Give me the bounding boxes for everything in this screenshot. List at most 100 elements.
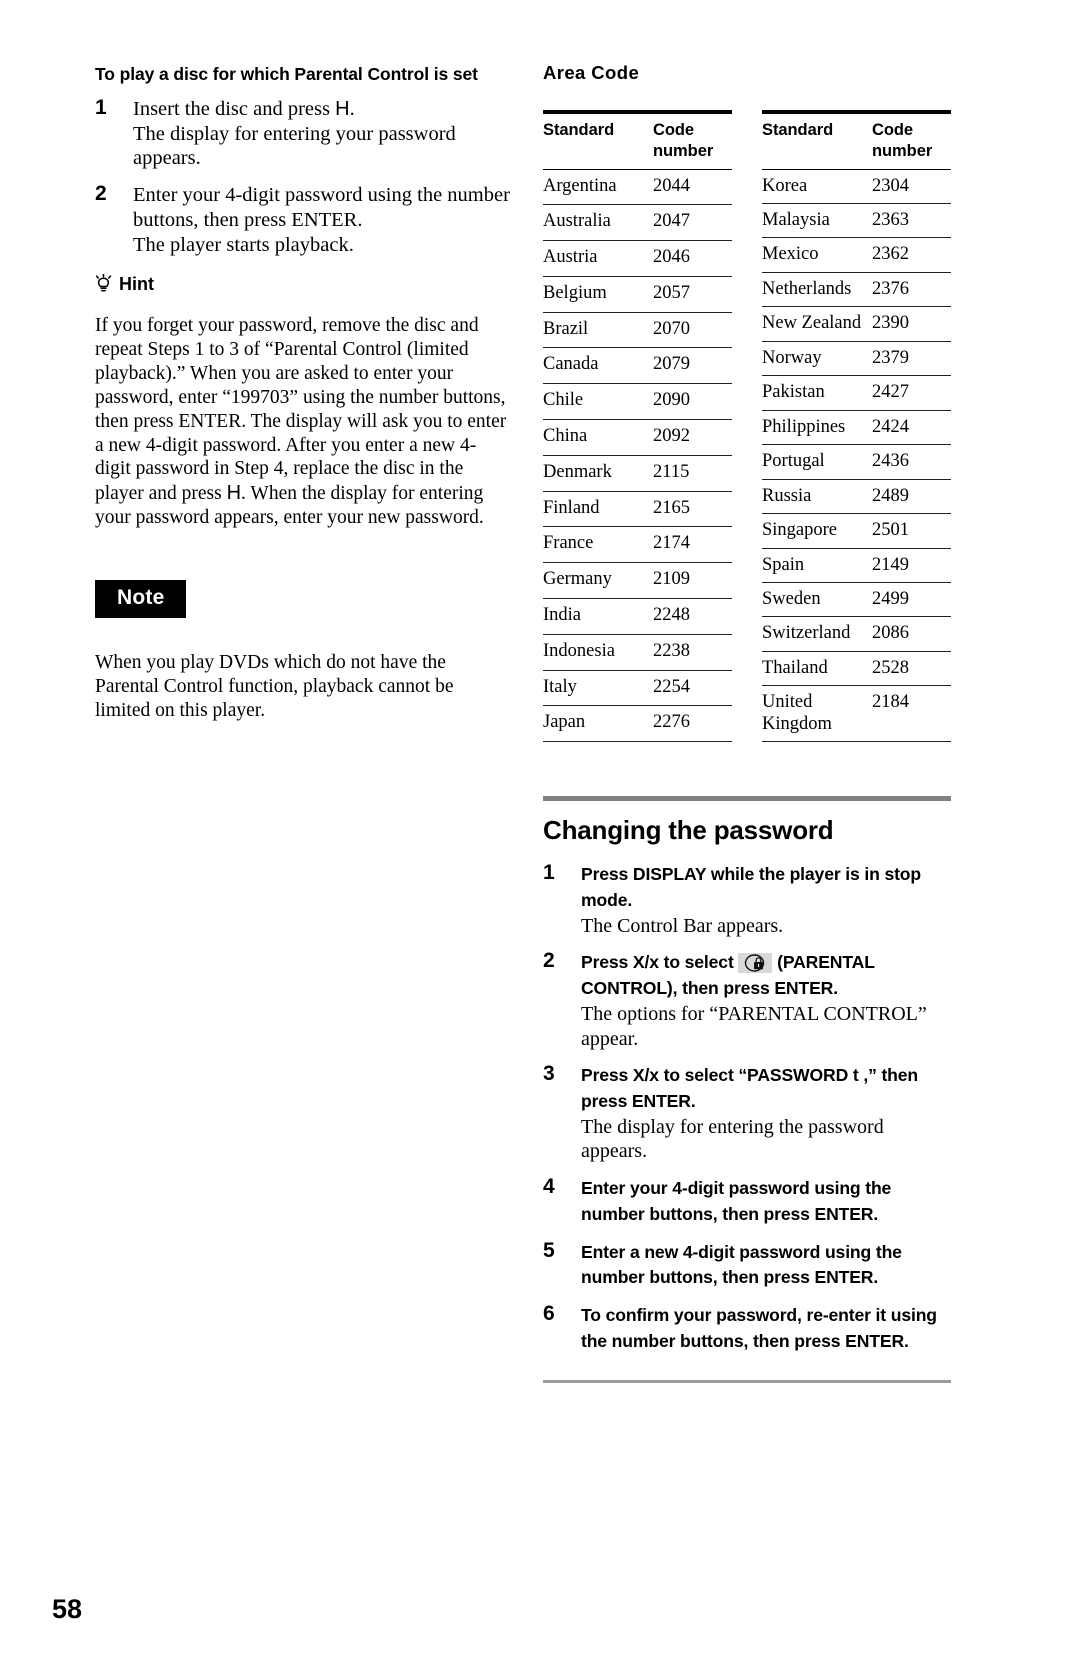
cell-standard: Norway — [762, 341, 872, 377]
table-row: Norway 2379 — [762, 341, 951, 377]
bottom-divider — [543, 1380, 951, 1383]
cell-standard: Pakistan — [762, 375, 872, 411]
table-row: Mexico 2362 — [762, 237, 951, 273]
step-number: 6 — [543, 1301, 555, 1325]
table-row: Belgium 2057 — [543, 276, 732, 313]
cell-code: 2046 — [653, 240, 732, 277]
cell-code: 2115 — [653, 455, 732, 492]
table-row: Argentina 2044 — [543, 169, 732, 206]
cell-code: 2363 — [872, 203, 951, 239]
step-text: Press X/x to select “PASSWORD t ,” then … — [581, 1065, 918, 1112]
step-body: Insert the disc and press H. The display… — [133, 97, 510, 171]
cell-code: 2376 — [872, 272, 951, 308]
table-row: India 2248 — [543, 598, 732, 635]
table-row: France 2174 — [543, 526, 732, 564]
cell-standard: Korea — [762, 169, 872, 205]
step-text: Press DISPLAY while the player is in sto… — [581, 864, 921, 910]
table-row: Pakistan 2427 — [762, 375, 951, 411]
page-number: 58 — [52, 1594, 83, 1624]
play-key-glyph: H — [335, 97, 350, 120]
table-row: Spain 2149 — [762, 548, 951, 584]
cell-code: 2489 — [872, 479, 951, 515]
cell-code: 2528 — [872, 651, 951, 687]
step-text-pre: Insert the disc and press — [133, 97, 336, 120]
cell-code: 2362 — [872, 237, 951, 273]
step-body: Enter your 4-digit password using the nu… — [581, 1176, 951, 1227]
cell-code: 2499 — [872, 582, 951, 618]
cell-standard: Japan — [543, 705, 653, 743]
step-detail: The display for entering the password ap… — [581, 1115, 884, 1163]
cell-standard: Russia — [762, 479, 872, 515]
list-item: 1 Insert the disc and press H. The displ… — [95, 95, 510, 171]
step-body: To confirm your password, re-enter it us… — [581, 1303, 951, 1354]
table-row: Germany 2109 — [543, 562, 732, 599]
table-row: Italy 2254 — [543, 670, 732, 707]
cell-code: 2427 — [872, 375, 951, 411]
step-number: 1 — [543, 861, 555, 885]
column-header-standard: Standard — [543, 109, 653, 170]
list-item: 3 Press X/x to select “PASSWORD t ,” the… — [543, 1062, 951, 1164]
table-row: Switzerland 2086 — [762, 616, 951, 652]
cell-standard: Brazil — [543, 312, 653, 349]
cell-code: 2057 — [653, 276, 732, 313]
table-row: Sweden 2499 — [762, 582, 951, 618]
column-header-code-number: Code number — [653, 109, 732, 170]
page-title: To play a disc for which Parental Contro… — [95, 64, 478, 84]
cell-code: 2092 — [653, 419, 732, 456]
cell-code: 2079 — [653, 347, 732, 385]
step-detail: The Control Bar appears. — [581, 914, 784, 937]
cell-code: 2254 — [653, 670, 732, 707]
cell-standard: Philippines — [762, 410, 872, 446]
table-row: China 2092 — [543, 419, 732, 456]
table-row: Indonesia 2238 — [543, 634, 732, 671]
step-text: Press X/x to select — [581, 952, 739, 973]
document-page: To play a disc for which Parental Contro… — [0, 0, 1080, 1677]
list-item: 4 Enter your 4-digit password using the … — [543, 1175, 951, 1227]
cell-standard: Finland — [543, 491, 653, 528]
table-row: Finland 2165 — [543, 491, 732, 528]
hint-label: Hint — [119, 273, 154, 294]
area-code-tables: Standard Code number Argentina 2044 Austr… — [543, 109, 951, 743]
area-code-table-left: Standard Code number Argentina 2044 Austr… — [543, 109, 732, 743]
changing-password-section: Changing the password 1 Press DISPLAY wh… — [543, 796, 951, 1383]
table-row: Thailand 2528 — [762, 651, 951, 687]
cell-code: 2501 — [872, 513, 951, 549]
table-row: Australia 2047 — [543, 204, 732, 242]
changing-password-steps: 1 Press DISPLAY while the player is in s… — [543, 861, 951, 1354]
cell-standard: China — [543, 419, 653, 456]
cell-code: 2379 — [872, 341, 951, 377]
cell-standard: Argentina — [543, 169, 653, 206]
table-row: Portugal 2436 — [762, 444, 951, 480]
cell-code: 2238 — [653, 634, 732, 671]
cell-code: 2390 — [872, 306, 951, 342]
step-number: 1 — [95, 95, 107, 119]
cell-standard: France — [543, 526, 653, 564]
step-body: Press X/x to select (PARENTAL CONTROL), … — [581, 950, 951, 1051]
table-row: Japan 2276 — [543, 705, 732, 743]
step-body: Enter a new 4-digit password using the n… — [581, 1240, 951, 1291]
step-detail: The display for entering your password a… — [133, 122, 456, 170]
table-row: Malaysia 2363 — [762, 203, 951, 239]
cell-code: 2424 — [872, 410, 951, 446]
cell-code: 2044 — [653, 169, 732, 206]
left-column: To play a disc for which Parental Contro… — [95, 62, 510, 742]
cell-standard: Austria — [543, 240, 653, 277]
list-item: 2 Enter your 4-digit password using the … — [95, 182, 510, 257]
cell-standard: Mexico — [762, 237, 872, 273]
cell-code: 2248 — [653, 598, 732, 635]
cell-standard: Netherlands — [762, 272, 872, 308]
parental-play-steps: 1 Insert the disc and press H. The displ… — [95, 95, 510, 258]
list-item: 5 Enter a new 4-digit password using the… — [543, 1239, 951, 1291]
table-row: Russia 2489 — [762, 479, 951, 515]
table-row: United Kingdom 2184 — [762, 685, 951, 743]
table-row: Denmark 2115 — [543, 455, 732, 492]
parental-lock-icon — [738, 953, 773, 974]
cell-standard: Italy — [543, 670, 653, 707]
step-text: Enter a new 4-digit password using the n… — [581, 1241, 902, 1288]
hint-text-part1: If you forget your password, remove the … — [95, 315, 507, 505]
lightbulb-icon — [95, 274, 112, 294]
area-code-table-right: Standard Code number Korea 2304 Malaysia 2… — [762, 109, 951, 743]
list-item: 6 To confirm your password, re-enter it … — [543, 1301, 951, 1354]
step-number: 4 — [543, 1175, 555, 1199]
step-body: Enter your 4-digit password using the nu… — [133, 183, 510, 257]
